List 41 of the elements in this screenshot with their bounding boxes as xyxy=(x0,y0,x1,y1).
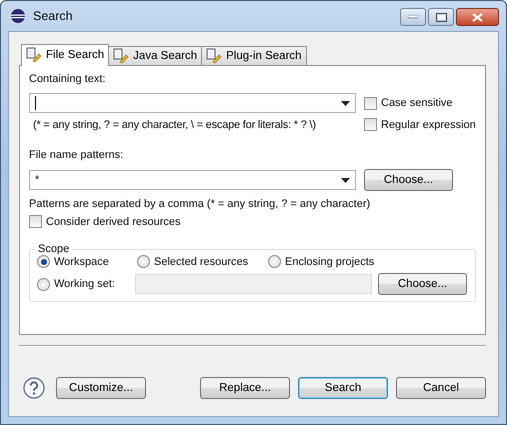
checkbox-label: Consider derived resources xyxy=(46,216,181,228)
tab[interactable]: Plug-in Search xyxy=(201,46,307,65)
field-label: Containing text: xyxy=(29,73,106,87)
checkbox[interactable] xyxy=(364,96,377,110)
field-label: File name patterns: xyxy=(29,149,124,163)
radio-label: Workspace xyxy=(54,256,109,268)
dialog-button[interactable]: Replace... xyxy=(200,377,290,399)
checkbox-label: Regular expression xyxy=(381,118,476,130)
radio-button[interactable] xyxy=(37,255,50,268)
dropdown-arrow-icon[interactable] xyxy=(341,100,350,106)
containing-text-field[interactable] xyxy=(29,93,356,113)
tab[interactable]: Java Search xyxy=(108,46,202,65)
hint-text: Patterns are separated by a comma (* = any string, ? = any character) xyxy=(29,198,372,210)
radio-label: Working set: xyxy=(54,278,115,290)
help-icon[interactable] xyxy=(23,377,45,399)
close-icon xyxy=(472,12,483,22)
choose-button[interactable]: Choose... xyxy=(364,169,453,191)
dialog-button[interactable]: Customize... xyxy=(56,377,146,399)
group-title: Scope xyxy=(37,243,70,255)
radio-label: Selected resources xyxy=(154,256,248,268)
maximize-button[interactable] xyxy=(428,8,454,26)
file-name-patterns-field[interactable]: * xyxy=(29,170,356,190)
dialog-button[interactable]: Search xyxy=(298,377,388,399)
checkbox[interactable] xyxy=(364,118,377,131)
checkbox[interactable] xyxy=(29,215,42,228)
dialog-button[interactable]: Cancel xyxy=(396,377,486,399)
close-button[interactable] xyxy=(456,8,499,26)
radio-button[interactable] xyxy=(137,255,150,268)
minimize-button[interactable] xyxy=(400,8,426,26)
choose-button[interactable]: Choose... xyxy=(378,273,467,295)
window-title: Search xyxy=(33,9,73,23)
dropdown-arrow-icon[interactable] xyxy=(341,178,350,182)
radio-button[interactable] xyxy=(268,255,281,268)
globe-icon xyxy=(10,8,26,24)
maximize-icon xyxy=(436,12,446,22)
radio-button[interactable] xyxy=(37,278,50,290)
radio-label: Enclosing projects xyxy=(285,256,374,268)
hint-text: (* = any string, ? = any character, \ = escape for literals: * ? \) xyxy=(32,118,317,130)
checkbox-label: Case sensitive xyxy=(381,97,453,109)
tab[interactable]: File Search xyxy=(21,44,110,66)
minimize-icon xyxy=(408,15,418,19)
